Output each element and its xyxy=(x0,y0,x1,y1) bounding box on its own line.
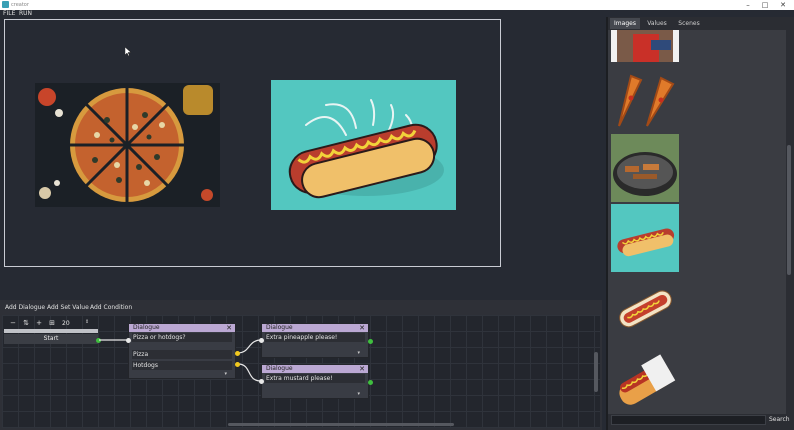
image-thumbnail-list xyxy=(608,30,786,414)
close-node-icon[interactable]: ✕ xyxy=(359,365,365,373)
dialogue-node[interactable]: Dialogue ✕ Pizza or hotdogs? Pizza Hotdo… xyxy=(128,323,236,379)
option-hotdogs-port[interactable] xyxy=(235,362,240,367)
tab-scenes[interactable]: Scenes xyxy=(674,18,704,29)
close-window-icon[interactable]: ✕ xyxy=(779,1,787,9)
grill-thumb[interactable] xyxy=(611,134,679,202)
dialogue-node-header: Dialogue xyxy=(262,365,368,373)
hotdog-cartoon-thumb[interactable] xyxy=(611,274,679,342)
dialogue-input-port[interactable] xyxy=(126,338,131,343)
dialogue-input-port[interactable] xyxy=(259,338,264,343)
pizza-slices-thumb[interactable] xyxy=(611,68,679,136)
option-pizza: Pizza xyxy=(133,351,149,358)
dialogue-node-header: Dialogue xyxy=(262,324,368,332)
dialogue-node[interactable]: Dialogue ✕ Extra pineapple please! ▾ xyxy=(261,323,369,358)
thumbnail-scrollbar-thumb[interactable] xyxy=(787,145,791,275)
dialogue-output-port[interactable] xyxy=(368,380,373,385)
graph-vertical-scrollbar[interactable] xyxy=(594,352,598,392)
graph-horizontal-scrollbar[interactable] xyxy=(228,423,454,426)
thumbnail-scrollbar[interactable] xyxy=(786,30,792,414)
search-input[interactable] xyxy=(611,415,766,425)
search-button[interactable]: Search xyxy=(769,416,790,423)
tab-images[interactable]: Images xyxy=(610,18,640,29)
maximize-icon[interactable]: □ xyxy=(761,1,769,9)
node-dropdown-icon[interactable]: ▾ xyxy=(224,371,227,377)
dialogue-text: Extra mustard please! xyxy=(266,375,333,382)
dialogue-node[interactable]: Dialogue ✕ Extra mustard please! ▾ xyxy=(261,364,369,399)
dialogue-text: Extra pineapple please! xyxy=(266,334,338,341)
dialogue-node-header: Dialogue xyxy=(129,324,235,332)
tab-values[interactable]: Values xyxy=(642,18,672,29)
minimize-icon[interactable]: – xyxy=(744,1,752,9)
person-thumb[interactable] xyxy=(611,30,679,62)
dialogue-input-port[interactable] xyxy=(259,379,264,384)
close-node-icon[interactable]: ✕ xyxy=(359,324,365,332)
hotdog-teal-thumb[interactable] xyxy=(611,204,679,272)
option-hotdogs: Hotdogs xyxy=(133,362,158,369)
option-pizza-port[interactable] xyxy=(235,351,240,356)
node-dropdown-icon[interactable]: ▾ xyxy=(357,350,360,356)
dialogue-text: Pizza or hotdogs? xyxy=(133,334,186,341)
dialogue-output-port[interactable] xyxy=(368,339,373,344)
node-dropdown-icon[interactable]: ▾ xyxy=(357,391,360,397)
image-search-row: Search xyxy=(609,415,792,427)
close-node-icon[interactable]: ✕ xyxy=(226,324,232,332)
hotdog-bun-thumb[interactable] xyxy=(611,344,679,412)
